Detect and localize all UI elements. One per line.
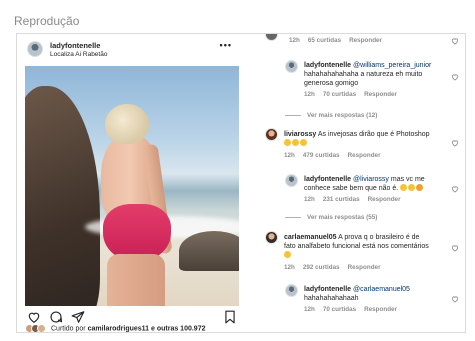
comment-meta: 12h 479 curtidas Responder bbox=[284, 152, 381, 159]
photo-rock-right bbox=[179, 231, 239, 271]
image-caption: Reprodução bbox=[14, 14, 80, 28]
more-options-icon[interactable]: ••• bbox=[220, 40, 232, 50]
reply-button[interactable]: Responder bbox=[348, 152, 381, 159]
avatar[interactable] bbox=[27, 41, 43, 57]
comment-heart-icon[interactable] bbox=[451, 239, 459, 252]
laughing-emoji-icon bbox=[292, 139, 299, 146]
reply-button[interactable]: Responder bbox=[348, 264, 381, 271]
comment-meta: 12h 65 curtidas Responder bbox=[289, 37, 382, 44]
post-actions bbox=[25, 310, 239, 324]
comment-heart-icon[interactable] bbox=[451, 34, 459, 45]
smiling-emoji-icon bbox=[408, 184, 416, 191]
post-username[interactable]: ladyfontenelle bbox=[50, 41, 100, 50]
liked-by-user[interactable]: camilarodrigues11 bbox=[88, 325, 149, 332]
post-photo[interactable] bbox=[25, 66, 239, 306]
comment: 12h 65 curtidas Responder bbox=[249, 34, 465, 48]
comment-text: carlaemanuel05 A prova q o brasileiro é … bbox=[284, 233, 459, 260]
avatar[interactable] bbox=[285, 284, 298, 297]
instagram-post: ladyfontenelle Localiza Ai Rabetão ••• C… bbox=[16, 33, 466, 333]
avatar[interactable] bbox=[285, 174, 298, 187]
comment-username[interactable]: carlaemanuel05 bbox=[284, 234, 337, 241]
post-left-column: ladyfontenelle Localiza Ai Rabetão ••• C… bbox=[17, 34, 242, 332]
comment-text: ladyfontenelle @liviarossy mas vc me con… bbox=[304, 176, 425, 192]
laughing-emoji-icon bbox=[300, 139, 307, 146]
avatar[interactable] bbox=[285, 60, 298, 73]
comment-mention[interactable]: @williams_pereira_junior bbox=[353, 62, 431, 69]
comment-meta: 12h 70 curtidas Responder bbox=[304, 91, 397, 98]
woman-shrugging-emoji-icon bbox=[416, 184, 424, 191]
comment-reply: ladyfontenelle @carlaemanuel05 hahahahah… bbox=[249, 282, 465, 318]
comment-meta: 12h 70 curtidas Responder bbox=[304, 306, 397, 313]
comment-text: ladyfontenelle @williams_pereira_junior … bbox=[304, 62, 432, 87]
post-header: ladyfontenelle Localiza Ai Rabetão ••• bbox=[17, 34, 242, 64]
comment: liviarossy As invejosas dirão que é Phot… bbox=[249, 128, 465, 164]
comment-username[interactable]: ladyfontenelle bbox=[304, 176, 351, 183]
bookmark-icon[interactable] bbox=[223, 310, 237, 324]
comment-username[interactable]: liviarossy bbox=[284, 131, 316, 138]
comment-username[interactable]: ladyfontenelle bbox=[304, 286, 351, 293]
avatar[interactable] bbox=[265, 34, 278, 41]
reply-button[interactable]: Responder bbox=[364, 91, 397, 98]
comment-heart-icon[interactable] bbox=[451, 68, 459, 81]
comment-text: ladyfontenelle @carlaemanuel05 hahahahah… bbox=[304, 286, 410, 302]
view-more-replies[interactable]: Ver mais respostas (12) bbox=[285, 112, 377, 119]
liked-by-avatars bbox=[25, 324, 47, 332]
comment-meta: 12h 292 curtidas Responder bbox=[284, 264, 381, 271]
smiling-emoji-icon bbox=[400, 184, 408, 191]
comment-mention[interactable]: @liviarossy bbox=[353, 176, 389, 183]
avatar[interactable] bbox=[265, 231, 278, 244]
photo-rock bbox=[25, 86, 100, 306]
avatar[interactable] bbox=[265, 128, 278, 141]
laughing-emoji-icon bbox=[284, 139, 291, 146]
reply-button[interactable]: Responder bbox=[368, 196, 401, 203]
comment: carlaemanuel05 A prova q o brasileiro é … bbox=[249, 231, 465, 273]
comment-meta: 12h 231 curtidas Responder bbox=[304, 196, 401, 203]
liked-by-text: Curtido por camilarodrigues11 e outras 1… bbox=[25, 324, 239, 332]
photo-person bbox=[93, 104, 183, 306]
share-icon[interactable] bbox=[71, 310, 85, 324]
comment-heart-icon[interactable] bbox=[451, 134, 459, 147]
view-more-replies[interactable]: Ver mais respostas (55) bbox=[285, 214, 377, 221]
comment-mention[interactable]: @carlaemanuel05 bbox=[353, 286, 410, 293]
comments-panel: 12h 65 curtidas Responder ladyfontenelle @… bbox=[249, 34, 465, 332]
comment-username[interactable]: ladyfontenelle bbox=[304, 62, 351, 69]
laughing-emoji-icon bbox=[284, 251, 291, 258]
comment-reply: ladyfontenelle @williams_pereira_junior … bbox=[249, 58, 465, 102]
reply-button[interactable]: Responder bbox=[364, 306, 397, 313]
reply-button[interactable]: Responder bbox=[349, 37, 382, 44]
comment-text: liviarossy As invejosas dirão que é Phot… bbox=[284, 130, 459, 148]
comment-heart-icon[interactable] bbox=[451, 180, 459, 193]
comment-heart-icon[interactable] bbox=[451, 290, 459, 303]
comment-icon[interactable] bbox=[49, 310, 63, 324]
heart-icon[interactable] bbox=[27, 310, 41, 324]
post-location[interactable]: Localiza Ai Rabetão bbox=[50, 51, 107, 58]
comment-reply: ladyfontenelle @liviarossy mas vc me con… bbox=[249, 172, 465, 208]
